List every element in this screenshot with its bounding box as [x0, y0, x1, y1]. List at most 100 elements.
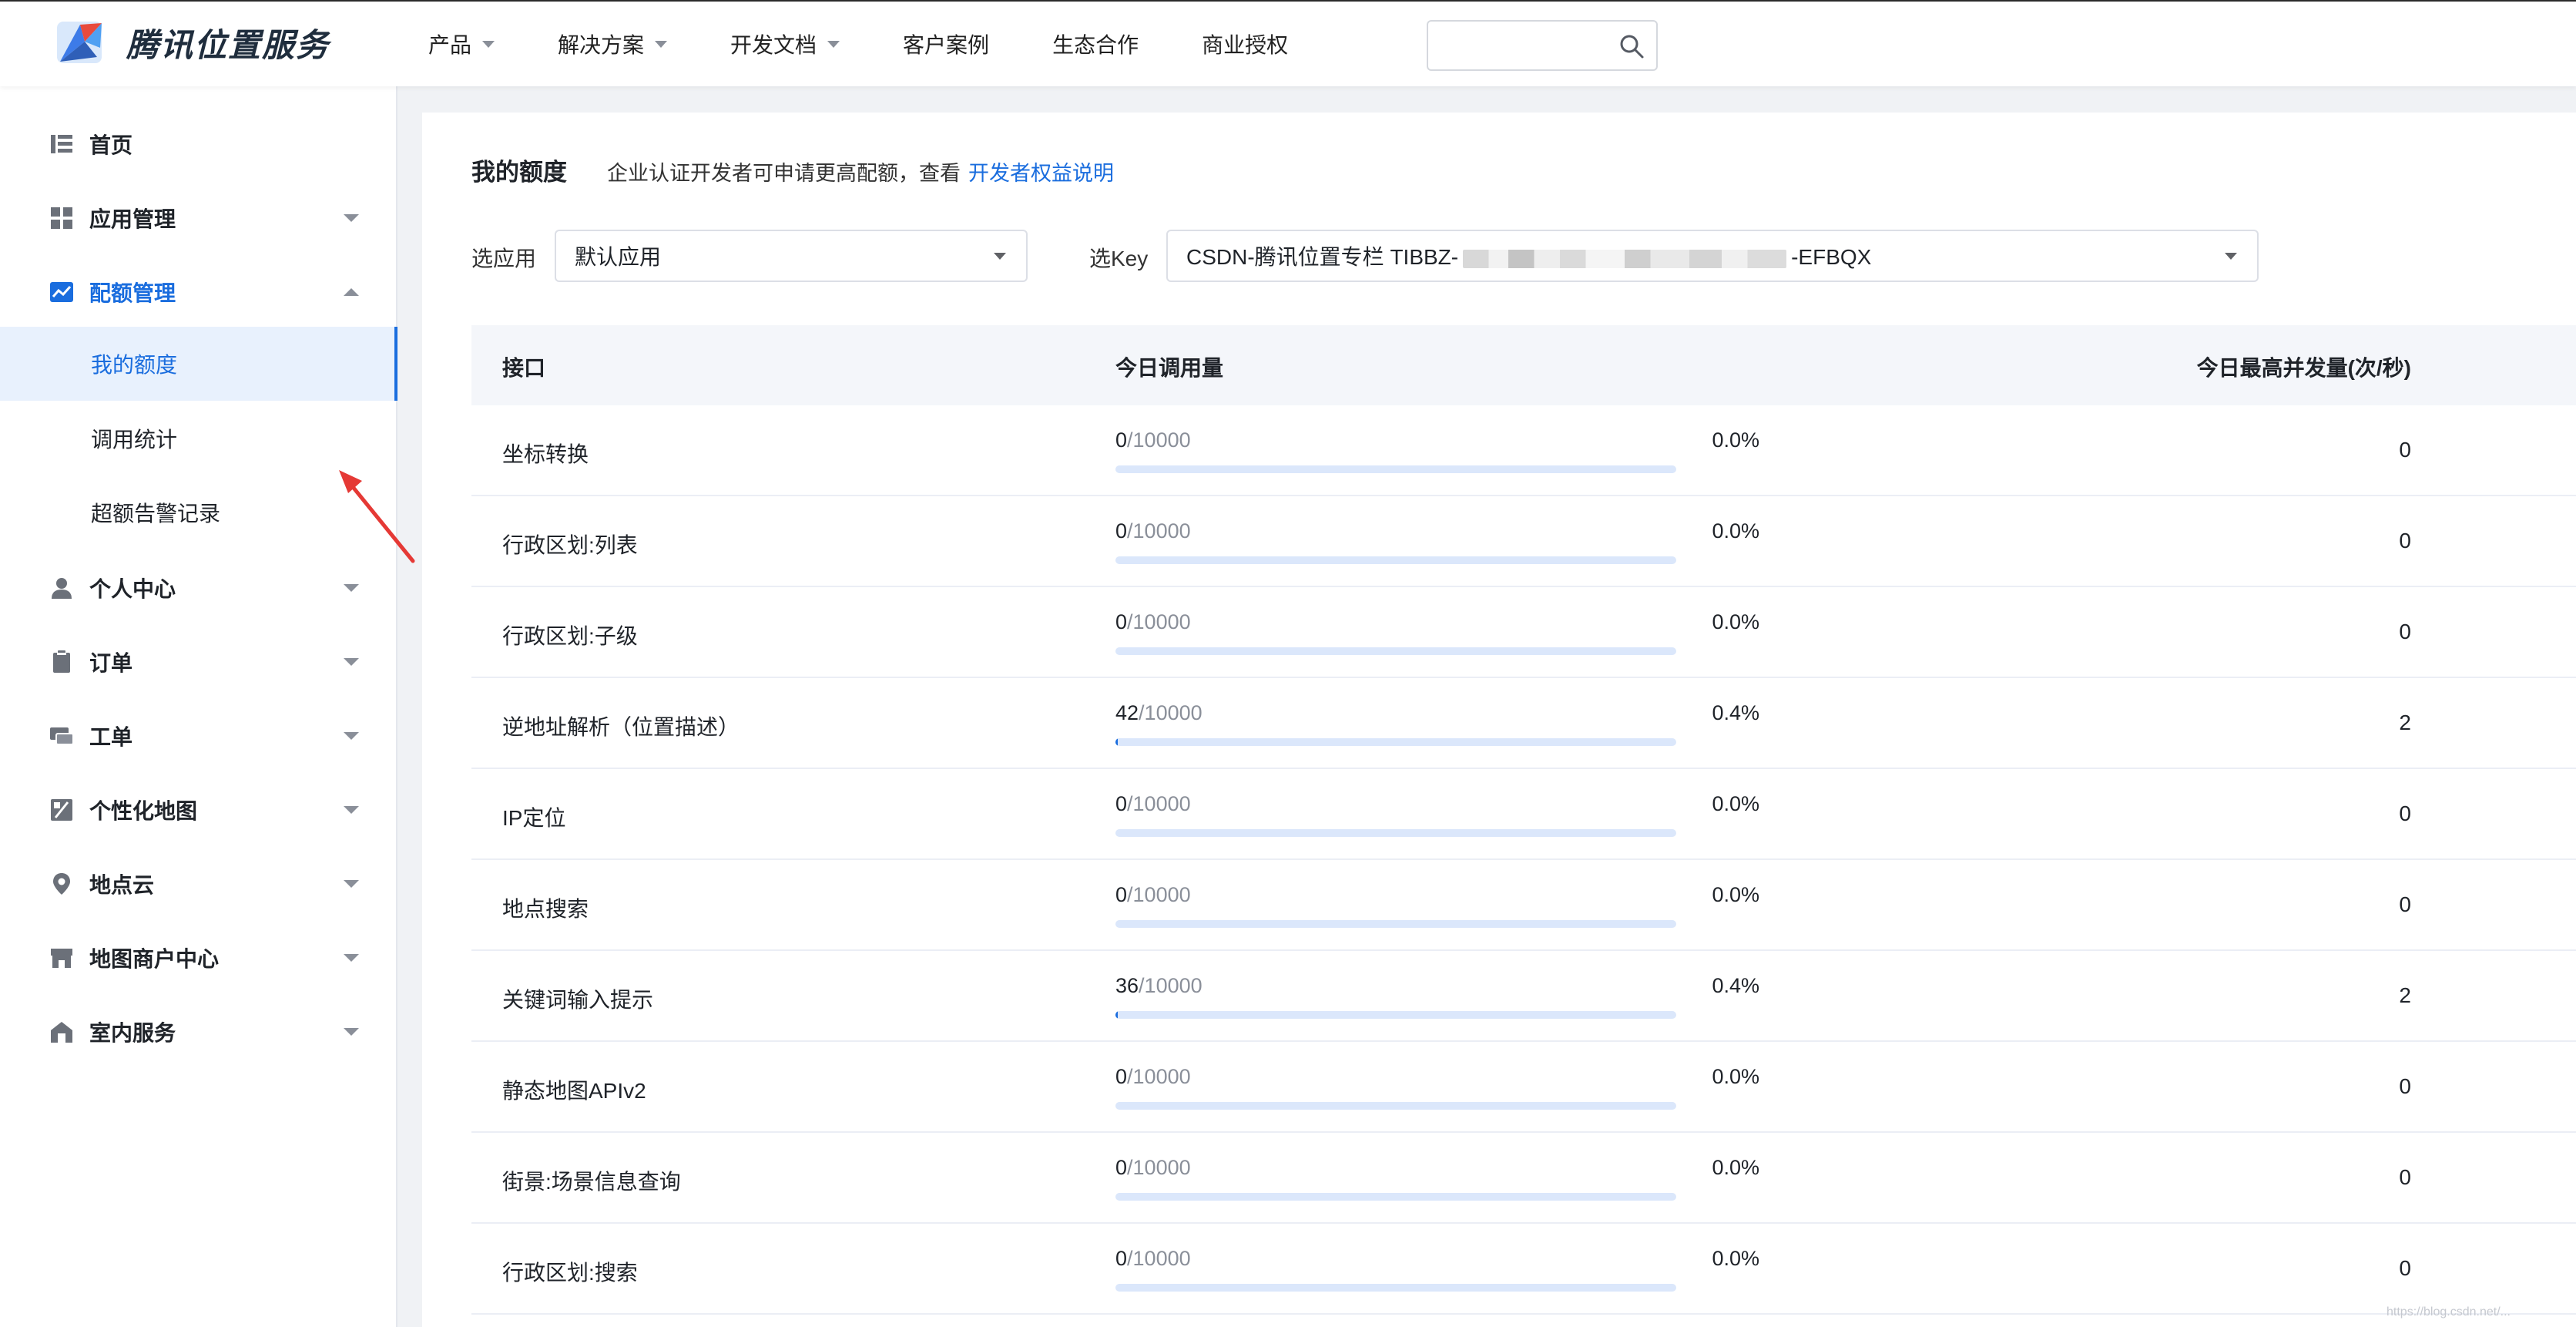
sidebar-item-label: 应用管理 [89, 207, 176, 231]
usage-progress-bar [1115, 829, 1676, 837]
key-suffix: -EFBQX [1791, 245, 1872, 269]
sidebar-item-home[interactable]: 首页 [0, 109, 397, 179]
sidebar-item-label: 订单 [89, 651, 133, 675]
sidebar-item-orders[interactable]: 订单 [0, 627, 397, 697]
usage-progress-bar [1115, 738, 1676, 746]
caret-down-icon [2225, 253, 2237, 260]
nav-ecosystem[interactable]: 生态合作 [1052, 29, 1139, 59]
nav-cases[interactable]: 客户案例 [903, 29, 989, 59]
usage-count: 0/10000 [1115, 883, 1191, 907]
usage-count: 36/10000 [1115, 974, 1202, 998]
app-select-value: 默认应用 [575, 245, 662, 269]
usage-percent: 0.0% [1712, 519, 1759, 543]
chevron-down-icon [344, 880, 359, 888]
sidebar-item-indoor-service[interactable]: 室内服务 [0, 997, 397, 1067]
top-nav: 产品 解决方案 开发文档 客户案例 生态合作 商业授权 [428, 2, 1351, 86]
usage-percent: 0.0% [1712, 1156, 1759, 1179]
map-style-icon [51, 799, 72, 821]
quota-total: /10000 [1127, 883, 1191, 906]
nav-products[interactable]: 产品 [428, 29, 495, 59]
sidebar-item-usage-stats[interactable]: 调用统计 [0, 404, 397, 473]
sidebar-item-app-management[interactable]: 应用管理 [0, 183, 397, 253]
used-count: 0 [1115, 1065, 1128, 1088]
header-peak-qps: 今日最高并发量(次/秒) [2196, 356, 2411, 380]
table-row: 坐标转换 0/10000 0.0% 0 [471, 405, 2576, 496]
chevron-down-icon [344, 806, 359, 814]
sidebar-item-label: 工单 [89, 725, 133, 749]
usage-progress-fill [1115, 1011, 1118, 1019]
chevron-down-icon [344, 954, 359, 962]
api-name: 行政区划:子级 [502, 624, 638, 648]
sidebar-item-quota-management[interactable]: 配额管理 [0, 257, 397, 327]
top-header: 腾讯位置服务 产品 解决方案 开发文档 客户案例 生态合作 商业授权 [0, 0, 2576, 86]
api-name: 逆地址解析（位置描述） [502, 715, 740, 739]
chevron-up-icon [344, 288, 359, 296]
sidebar-item-work-orders[interactable]: 工单 [0, 701, 397, 771]
nav-solutions[interactable]: 解决方案 [558, 29, 668, 59]
usage-count: 42/10000 [1115, 701, 1202, 725]
building-icon [51, 1022, 72, 1043]
used-count: 0 [1115, 428, 1128, 452]
sidebar-item-custom-map[interactable]: 个性化地图 [0, 775, 397, 845]
nav-docs-label: 开发文档 [730, 33, 817, 57]
key-select[interactable]: CSDN-腾讯位置专栏 TIBBZ- -EFBQX [1166, 230, 2259, 282]
sidebar-item-my-quota[interactable]: 我的额度 [0, 327, 397, 401]
sidebar-item-label: 个人中心 [89, 577, 176, 601]
chevron-down-icon [344, 1028, 359, 1036]
nav-docs[interactable]: 开发文档 [730, 29, 840, 59]
usage-count: 0/10000 [1115, 1065, 1191, 1089]
sidebar-item-label: 我的额度 [91, 353, 178, 377]
table-row: 地点搜索 0/10000 0.0% 0 [471, 860, 2576, 951]
usage-progress-bar [1115, 1284, 1676, 1292]
chevron-down-icon [344, 584, 359, 592]
sidebar-item-place-cloud[interactable]: 地点云 [0, 849, 397, 919]
api-name: 坐标转换 [502, 442, 589, 466]
nav-license[interactable]: 商业授权 [1202, 29, 1288, 59]
quota-total: /10000 [1127, 428, 1191, 452]
chevron-down-icon [344, 658, 359, 666]
usage-percent: 0.0% [1712, 428, 1759, 452]
quota-panel: 我的额度 企业认证开发者可申请更高配额，查看 开发者权益说明 选应用 默认应用 … [422, 113, 2576, 1327]
chart-icon [50, 282, 73, 302]
usage-count: 0/10000 [1115, 428, 1191, 452]
search-input[interactable] [1427, 20, 1658, 71]
used-count: 36 [1115, 974, 1139, 997]
usage-count: 0/10000 [1115, 610, 1191, 634]
peak-qps: 0 [2399, 1074, 2411, 1098]
usage-progress-bar [1115, 1011, 1676, 1019]
used-count: 42 [1115, 701, 1139, 724]
nav-solutions-label: 解决方案 [558, 33, 645, 57]
developer-benefits-link[interactable]: 开发者权益说明 [968, 156, 1114, 186]
usage-percent: 0.4% [1712, 974, 1759, 997]
used-count: 0 [1115, 1156, 1128, 1179]
usage-progress-bar [1115, 920, 1676, 928]
sidebar-item-merchant-center[interactable]: 地图商户中心 [0, 923, 397, 993]
api-name: 关键词输入提示 [502, 988, 654, 1012]
quota-table: 接口 今日调用量 今日最高并发量(次/秒) 坐标转换 0/10000 0.0% 0 行政… [471, 325, 2576, 1315]
redacted-key-segment [1463, 249, 1787, 268]
key-select-value: CSDN-腾讯位置专栏 TIBBZ- -EFBQX [1186, 240, 1871, 271]
chevron-down-icon [344, 214, 359, 222]
app-select[interactable]: 默认应用 [555, 230, 1028, 282]
store-icon [51, 949, 72, 968]
quota-total: /10000 [1127, 1247, 1191, 1270]
sidebar-item-label: 地图商户中心 [89, 947, 220, 971]
nav-ecosystem-label: 生态合作 [1052, 33, 1139, 57]
brand-logo[interactable]: 腾讯位置服务 [54, 18, 330, 66]
chevron-down-icon [827, 40, 840, 48]
table-header: 接口 今日调用量 今日最高并发量(次/秒) [471, 325, 2576, 405]
list-icon [51, 135, 72, 153]
api-name: 行政区划:搜索 [502, 1261, 638, 1285]
peak-qps: 0 [2399, 529, 2411, 553]
usage-progress-bar [1115, 1193, 1676, 1201]
table-row: IP定位 0/10000 0.0% 0 [471, 769, 2576, 860]
app-select-label: 选应用 [471, 247, 537, 270]
usage-progress-fill [1115, 738, 1119, 746]
quota-total: /10000 [1139, 701, 1202, 724]
peak-qps: 2 [2399, 983, 2411, 1007]
chevron-down-icon [482, 40, 495, 48]
table-row: 行政区划:列表 0/10000 0.0% 0 [471, 496, 2576, 587]
sidebar-item-label: 地点云 [89, 873, 155, 897]
search-icon[interactable] [1618, 32, 1645, 60]
peak-qps: 0 [2399, 438, 2411, 462]
